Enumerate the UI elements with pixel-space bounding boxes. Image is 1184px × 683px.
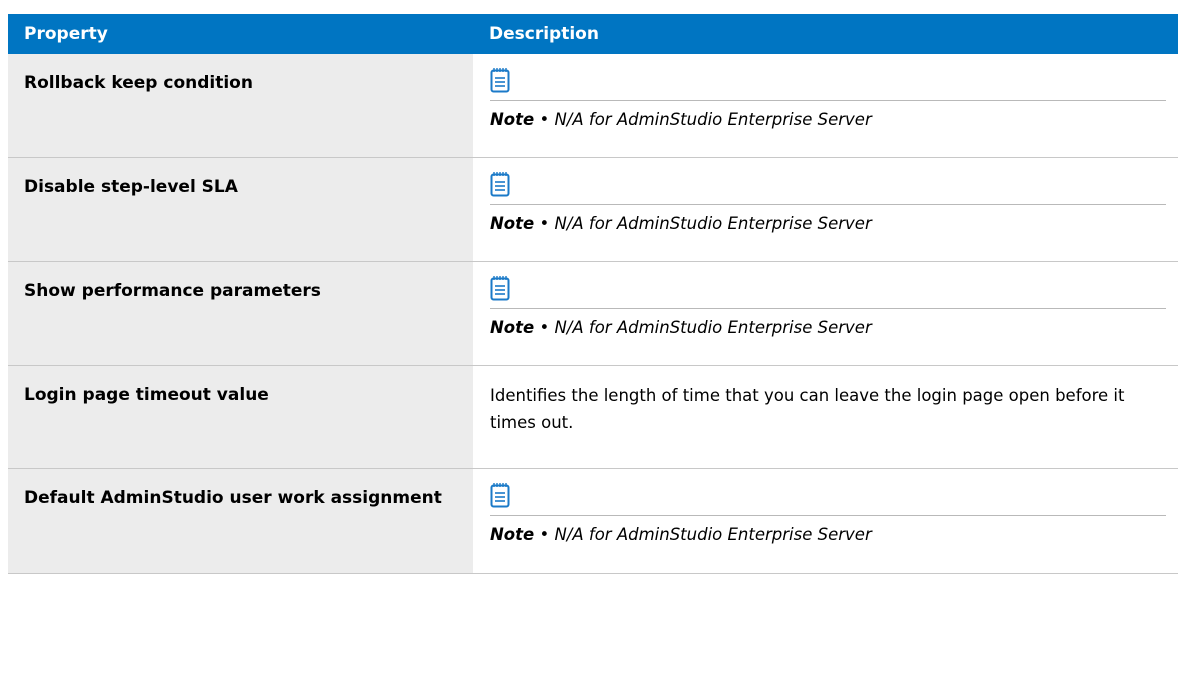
note-label: Note xyxy=(490,110,535,129)
note-text: Note • N/A for AdminStudio Enterprise Se… xyxy=(490,516,1166,548)
note-icon-container xyxy=(490,262,1166,309)
note-separator: • xyxy=(539,525,550,544)
note-icon-container xyxy=(490,469,1166,516)
note-body: N/A for AdminStudio Enterprise Server xyxy=(554,214,872,233)
note-body: N/A for AdminStudio Enterprise Server xyxy=(554,525,872,544)
note-text: Note • N/A for AdminStudio Enterprise Se… xyxy=(490,205,1166,237)
note-body: N/A for AdminStudio Enterprise Server xyxy=(554,110,872,129)
note-label: Note xyxy=(490,525,535,544)
notepad-icon xyxy=(490,483,510,508)
property-name: Rollback keep condition xyxy=(8,54,473,157)
note-icon-container xyxy=(490,54,1166,101)
note-separator: • xyxy=(539,110,550,129)
property-name: Show performance parameters xyxy=(8,262,473,365)
property-name: Default AdminStudio user work assignment xyxy=(8,469,473,573)
property-column-header: Property xyxy=(24,24,108,44)
note-separator: • xyxy=(539,214,550,233)
note-text: Note • N/A for AdminStudio Enterprise Se… xyxy=(490,101,1166,133)
table-row: Disable step-level SLA Note • N/A for Ad… xyxy=(8,158,1178,262)
description-column-header: Description xyxy=(489,24,599,44)
table-row: Show performance parameters Note • N/A f… xyxy=(8,262,1178,366)
note-icon-container xyxy=(490,158,1166,205)
note-label: Note xyxy=(490,214,535,233)
notepad-icon xyxy=(490,276,510,301)
note-body: N/A for AdminStudio Enterprise Server xyxy=(554,318,872,337)
property-name: Disable step-level SLA xyxy=(8,158,473,261)
properties-table: Property Description Rollback keep condi… xyxy=(8,14,1178,574)
notepad-icon xyxy=(490,68,510,93)
property-description: Note • N/A for AdminStudio Enterprise Se… xyxy=(473,469,1178,573)
table-row: Login page timeout value Identifies the … xyxy=(8,366,1178,469)
description-text: Identifies the length of time that you c… xyxy=(490,386,1125,432)
table-row: Default AdminStudio user work assignment… xyxy=(8,469,1178,574)
notepad-icon xyxy=(490,172,510,197)
property-description: Note • N/A for AdminStudio Enterprise Se… xyxy=(473,158,1178,261)
note-separator: • xyxy=(539,318,550,337)
property-description: Identifies the length of time that you c… xyxy=(473,366,1178,468)
note-label: Note xyxy=(490,318,535,337)
table-row: Rollback keep condition Note • N/A for A… xyxy=(8,54,1178,158)
property-description: Note • N/A for AdminStudio Enterprise Se… xyxy=(473,54,1178,157)
property-name: Login page timeout value xyxy=(8,366,473,468)
table-header: Property Description xyxy=(8,14,1178,54)
property-description: Note • N/A for AdminStudio Enterprise Se… xyxy=(473,262,1178,365)
note-text: Note • N/A for AdminStudio Enterprise Se… xyxy=(490,309,1166,341)
